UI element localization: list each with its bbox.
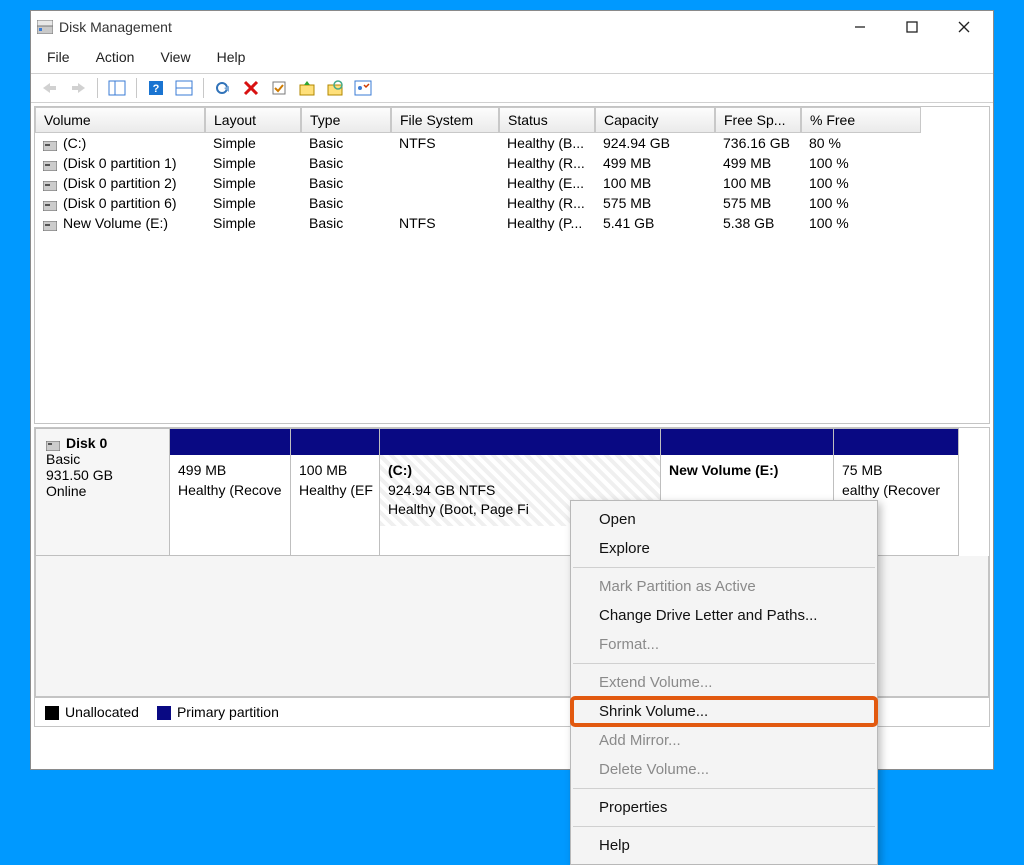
back-icon — [39, 77, 61, 99]
titlebar[interactable]: Disk Management — [31, 11, 993, 43]
maximize-button[interactable] — [897, 15, 927, 39]
volume-row[interactable]: New Volume (E:)SimpleBasicNTFSHealthy (P… — [35, 213, 989, 233]
disk-icon — [46, 438, 60, 448]
col-fs[interactable]: File System — [391, 107, 499, 133]
legend-unallocated: Unallocated — [65, 704, 139, 720]
menu-action[interactable]: Action — [92, 47, 139, 67]
show-hide-tree-icon[interactable] — [106, 77, 128, 99]
ctx-explore[interactable]: Explore — [571, 534, 877, 563]
menu-file[interactable]: File — [43, 47, 74, 67]
split-view-icon[interactable] — [173, 77, 195, 99]
col-type[interactable]: Type — [301, 107, 391, 133]
delete-icon[interactable] — [240, 77, 262, 99]
ctx-properties[interactable]: Properties — [571, 793, 877, 822]
action-icon-1[interactable] — [296, 77, 318, 99]
legend-primary: Primary partition — [177, 704, 279, 720]
volume-list[interactable]: (C:)SimpleBasicNTFSHealthy (B...924.94 G… — [35, 133, 989, 423]
menu-help[interactable]: Help — [213, 47, 250, 67]
menu-view[interactable]: View — [156, 47, 194, 67]
ctx-change-drive-letter[interactable]: Change Drive Letter and Paths... — [571, 601, 877, 630]
partition[interactable]: 100 MBHealthy (EF — [290, 428, 380, 556]
minimize-button[interactable] — [845, 15, 875, 39]
disk-type: Basic — [46, 451, 159, 467]
swatch-primary — [157, 706, 171, 720]
drive-icon — [43, 218, 57, 228]
window-title: Disk Management — [59, 19, 845, 35]
settings-icon[interactable] — [352, 77, 374, 99]
volume-row[interactable]: (Disk 0 partition 6)SimpleBasicHealthy (… — [35, 193, 989, 213]
svg-text:?: ? — [153, 83, 160, 95]
col-status[interactable]: Status — [499, 107, 595, 133]
col-pctfree[interactable]: % Free — [801, 107, 921, 133]
close-button[interactable] — [949, 15, 979, 39]
refresh-icon[interactable] — [212, 77, 234, 99]
drive-icon — [43, 198, 57, 208]
volume-row[interactable]: (Disk 0 partition 1)SimpleBasicHealthy (… — [35, 153, 989, 173]
app-icon — [37, 20, 53, 34]
col-capacity[interactable]: Capacity — [595, 107, 715, 133]
disk-size: 931.50 GB — [46, 467, 159, 483]
ctx-open[interactable]: Open — [571, 505, 877, 534]
disk-header[interactable]: Disk 0 Basic 931.50 GB Online — [35, 428, 170, 556]
menubar: File Action View Help — [31, 43, 993, 73]
ctx-extend-volume: Extend Volume... — [571, 668, 877, 697]
drive-icon — [43, 138, 57, 148]
help-icon[interactable]: ? — [145, 77, 167, 99]
partition[interactable]: 499 MBHealthy (Recove — [169, 428, 291, 556]
column-headers[interactable]: Volume Layout Type File System Status Ca… — [35, 107, 989, 133]
ctx-format: Format... — [571, 630, 877, 659]
drive-icon — [43, 158, 57, 168]
window-controls — [845, 15, 979, 39]
properties-icon[interactable] — [268, 77, 290, 99]
ctx-shrink-volume[interactable]: Shrink Volume... — [571, 697, 877, 726]
ctx-help[interactable]: Help — [571, 831, 877, 860]
volume-table: Volume Layout Type File System Status Ca… — [34, 106, 990, 424]
swatch-unallocated — [45, 706, 59, 720]
ctx-add-mirror: Add Mirror... — [571, 726, 877, 755]
col-volume[interactable]: Volume — [35, 107, 205, 133]
action-icon-2[interactable] — [324, 77, 346, 99]
forward-icon — [67, 77, 89, 99]
toolbar: ? — [31, 73, 993, 103]
ctx-delete-volume: Delete Volume... — [571, 755, 877, 784]
col-layout[interactable]: Layout — [205, 107, 301, 133]
ctx-mark-active: Mark Partition as Active — [571, 572, 877, 601]
disk-state: Online — [46, 483, 159, 499]
col-free[interactable]: Free Sp... — [715, 107, 801, 133]
volume-row[interactable]: (C:)SimpleBasicNTFSHealthy (B...924.94 G… — [35, 133, 989, 153]
drive-icon — [43, 178, 57, 188]
volume-row[interactable]: (Disk 0 partition 2)SimpleBasicHealthy (… — [35, 173, 989, 193]
context-menu: Open Explore Mark Partition as Active Ch… — [570, 500, 878, 865]
